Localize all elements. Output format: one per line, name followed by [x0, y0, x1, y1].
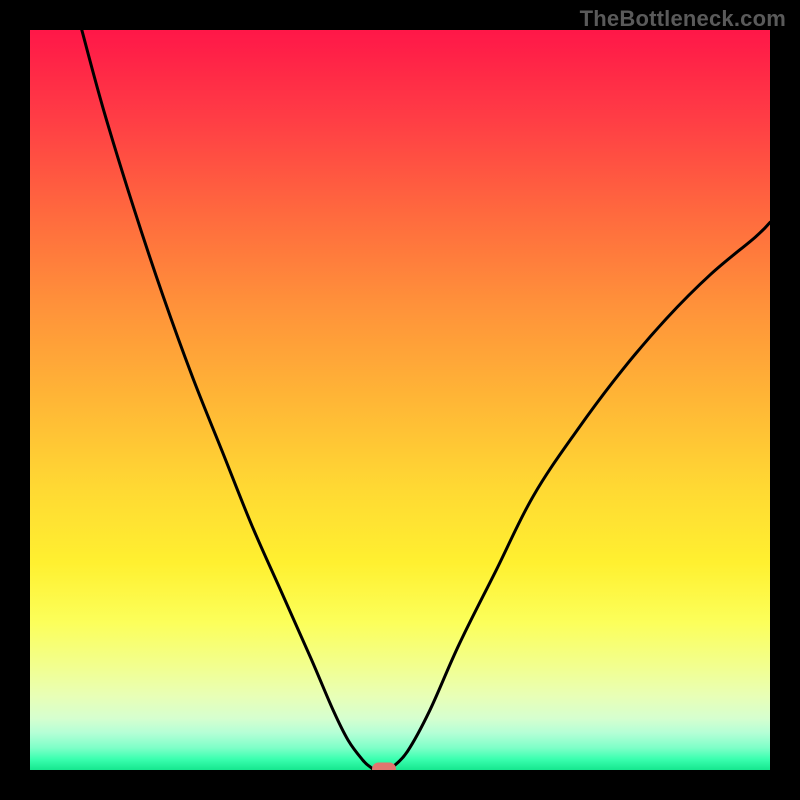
chart-frame: TheBottleneck.com [0, 0, 800, 800]
minimum-marker [372, 762, 396, 770]
watermark-text: TheBottleneck.com [580, 6, 786, 32]
bottleneck-curve [30, 30, 770, 770]
plot-area [30, 30, 770, 770]
